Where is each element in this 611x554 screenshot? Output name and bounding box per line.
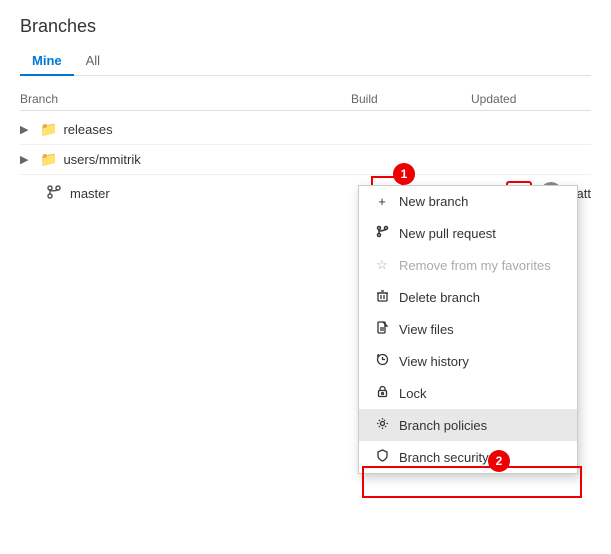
menu-item-view-history[interactable]: View history [359, 345, 577, 377]
tabs-bar: Mine All [20, 47, 591, 76]
branch-icon [44, 184, 64, 203]
header-updated: Updated [471, 92, 591, 106]
master-branch-name: master [70, 186, 358, 201]
menu-item-branch-security[interactable]: Branch security [359, 441, 577, 473]
expand-icon[interactable]: ▶ [20, 153, 36, 166]
star-outline-icon: ☆ [373, 257, 391, 273]
tab-all[interactable]: All [74, 47, 112, 76]
table-row: ▶ 📁 users/mmitrik [20, 145, 591, 175]
lock-icon [373, 385, 391, 401]
folder-icon: 📁 [40, 121, 57, 138]
file-icon [373, 321, 391, 337]
gear-icon [373, 417, 391, 433]
menu-item-delete-branch[interactable]: Delete branch [359, 281, 577, 313]
menu-label-remove-favorites: Remove from my favorites [399, 258, 551, 273]
history-icon [373, 353, 391, 369]
menu-label-view-history: View history [399, 354, 469, 369]
menu-label-branch-security: Branch security [399, 450, 489, 465]
menu-item-new-branch[interactable]: + New branch [359, 186, 577, 217]
page-title: Branches [20, 16, 591, 37]
expand-icon[interactable]: ▶ [20, 123, 36, 136]
menu-item-new-pull-request[interactable]: New pull request [359, 217, 577, 249]
menu-item-remove-favorites: ☆ Remove from my favorites [359, 249, 577, 281]
branch-name: users/mmitrik [63, 152, 591, 167]
context-menu: + New branch New pull request ☆ Remove f… [358, 185, 578, 474]
pull-request-icon [373, 225, 391, 241]
menu-label-view-files: View files [399, 322, 454, 337]
plus-icon: + [373, 194, 391, 209]
trash-icon [373, 289, 391, 305]
header-branch: Branch [20, 92, 351, 106]
menu-label-new-branch: New branch [399, 194, 468, 209]
menu-item-branch-policies[interactable]: Branch policies [359, 409, 577, 441]
header-build: Build [351, 92, 471, 106]
step-badge-1: 1 [393, 163, 415, 185]
step-badge-2: 2 [488, 450, 510, 472]
menu-label-branch-policies: Branch policies [399, 418, 487, 433]
menu-item-lock[interactable]: Lock [359, 377, 577, 409]
menu-label-lock: Lock [399, 386, 426, 401]
table-header: Branch Build Updated [20, 88, 591, 111]
shield-icon [373, 449, 391, 465]
menu-item-view-files[interactable]: View files [359, 313, 577, 345]
menu-label-new-pull-request: New pull request [399, 226, 496, 241]
menu-label-delete-branch: Delete branch [399, 290, 480, 305]
folder-icon: 📁 [40, 151, 57, 168]
tab-mine[interactable]: Mine [20, 47, 74, 76]
page-container: Branches Mine All Branch Build Updated ▶… [0, 0, 611, 227]
branch-name: releases [63, 122, 591, 137]
table-row: ▶ 📁 releases [20, 115, 591, 145]
